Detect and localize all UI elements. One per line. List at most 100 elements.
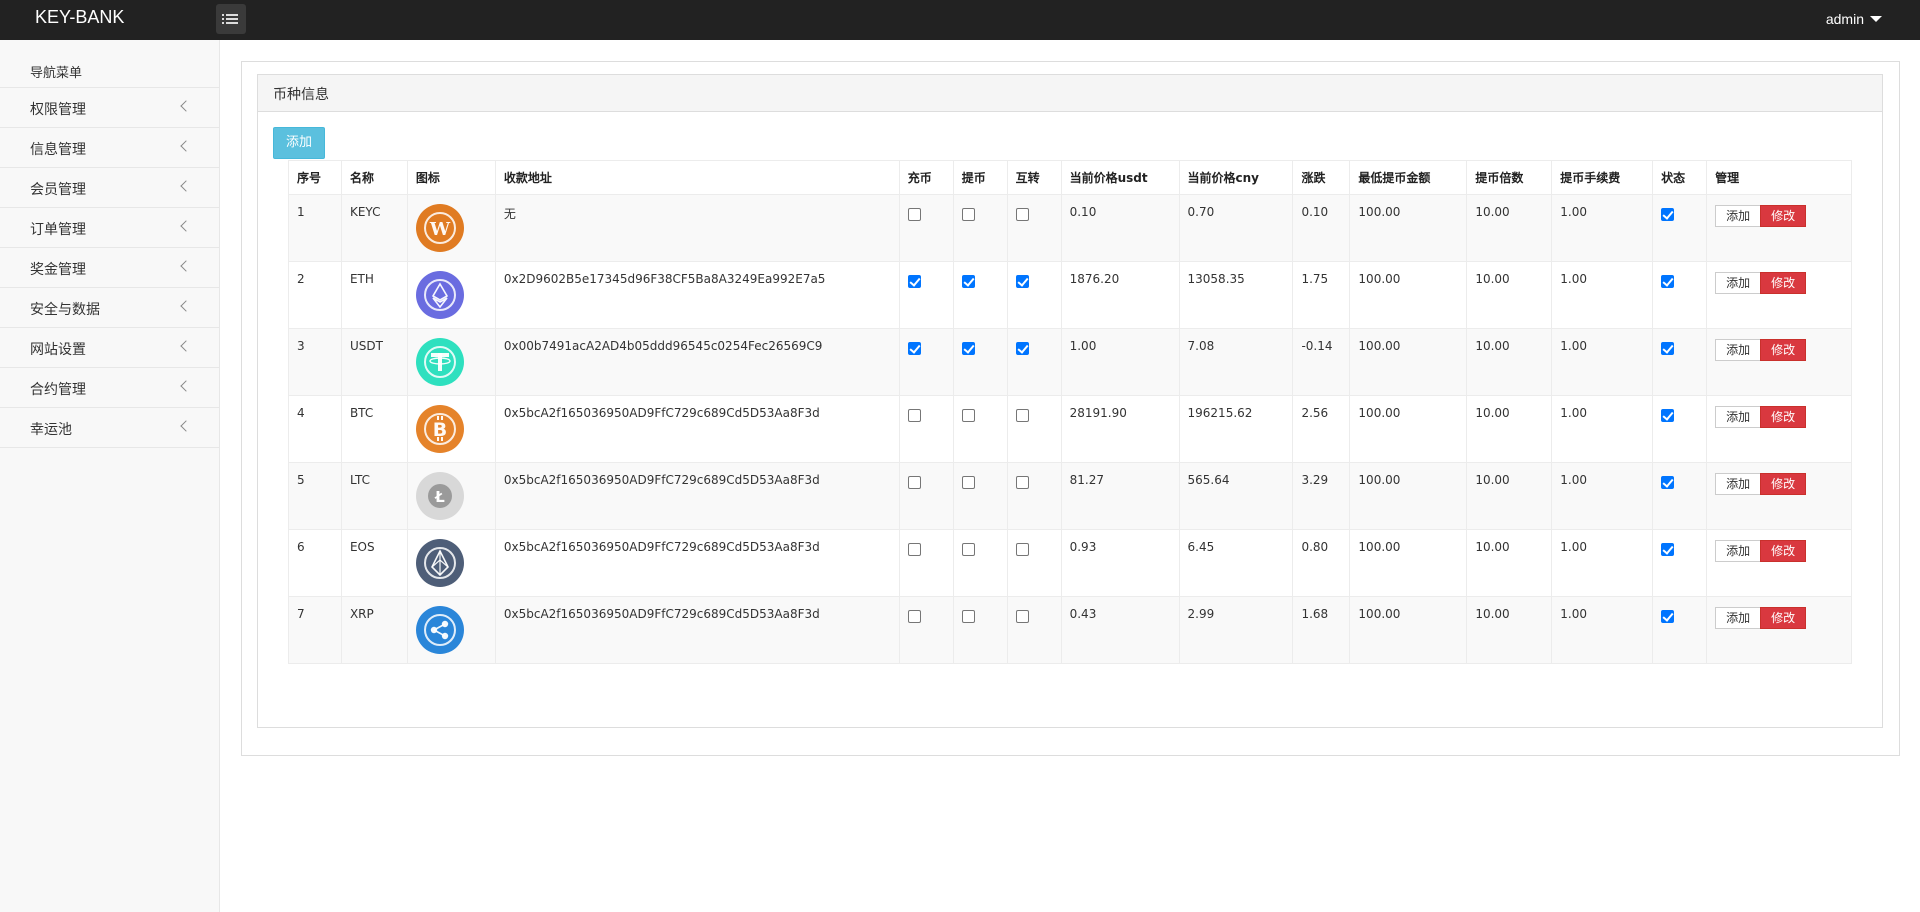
withdraw-checkbox[interactable] [961,409,975,422]
row-edit-button[interactable]: 修改 [1760,473,1807,495]
sidebar-item[interactable]: 订单管理 [0,208,219,248]
cell-name: EOS [340,529,408,597]
cell-name: KEYC [340,194,408,262]
sidebar-item[interactable]: 信息管理 [0,128,219,168]
keyc-coin-icon: W [415,204,464,252]
sidebar-item-label: 网站设置 [30,342,86,358]
chevron-left-icon [180,260,192,272]
transfer-checkbox[interactable] [1015,543,1029,556]
status-checkbox[interactable] [1661,409,1675,422]
row-edit-button[interactable]: 修改 [1760,540,1807,562]
cell-min-withdraw: 100.00 [1349,529,1468,597]
deposit-checkbox[interactable] [907,208,921,221]
deposit-checkbox[interactable] [907,610,921,623]
cell-price-usdt: 0.93 [1060,529,1180,597]
brand-logo[interactable]: KEY-BANK [35,7,124,28]
chevron-left-icon [180,340,192,352]
usdt-coin-icon [415,338,464,386]
column-header: 名称 [340,160,408,195]
cell-actions: 添加 修改 [1706,194,1852,262]
deposit-checkbox[interactable] [907,275,921,288]
withdraw-checkbox[interactable] [961,543,975,556]
row-edit-button[interactable]: 修改 [1760,272,1807,294]
cell-icon [406,529,496,597]
status-checkbox[interactable] [1661,342,1675,355]
menu-toggle-button[interactable] [216,4,246,34]
transfer-checkbox[interactable] [1015,409,1029,422]
deposit-checkbox[interactable] [907,342,921,355]
column-header: 涨跌 [1292,160,1351,195]
transfer-checkbox[interactable] [1015,610,1029,623]
withdraw-checkbox[interactable] [961,610,975,623]
deposit-checkbox[interactable] [907,476,921,489]
withdraw-checkbox[interactable] [961,208,975,221]
row-edit-button[interactable]: 修改 [1760,205,1807,227]
cell-withdraw [952,529,1008,597]
row-edit-button[interactable]: 修改 [1760,406,1807,428]
cell-withdraw-multiple: 10.00 [1466,529,1553,597]
user-name: admin [1825,11,1864,27]
user-menu[interactable]: admin [1826,11,1882,27]
row-edit-button[interactable]: 修改 [1760,607,1807,629]
chevron-left-icon [180,180,192,192]
column-header: 图标 [406,160,496,195]
cell-name: ETH [340,261,408,329]
row-add-button[interactable]: 添加 [1715,473,1762,495]
cell-actions: 添加 修改 [1706,395,1852,463]
row-add-button[interactable]: 添加 [1715,339,1762,361]
withdraw-checkbox[interactable] [961,275,975,288]
row-add-button[interactable]: 添加 [1715,272,1762,294]
sidebar-item[interactable]: 奖金管理 [0,248,219,288]
status-checkbox[interactable] [1661,476,1675,489]
cell-id: 6 [288,529,342,597]
cell-address: 0x5bcA2f165036950AD9FfC729c689Cd5D53Aa8F… [494,462,900,530]
sidebar-item[interactable]: 合约管理 [0,368,219,408]
add-coin-button[interactable]: 添加 [273,127,325,159]
sidebar: 导航菜单 权限管理 信息管理 会员管理 订单管理 奖金管理 安全与数据 网站设置 合约管理 幸运… [0,40,220,912]
deposit-checkbox[interactable] [907,409,921,422]
sidebar-item[interactable]: 幸运池 [0,408,219,448]
sidebar-item-label: 幸运池 [30,422,72,438]
svg-text:W: W [429,219,451,240]
withdraw-checkbox[interactable] [961,476,975,489]
cell-transfer [1006,596,1062,664]
transfer-checkbox[interactable] [1015,275,1029,288]
cell-name: XRP [340,596,408,664]
cell-deposit [898,395,954,463]
row-add-button[interactable]: 添加 [1715,205,1762,227]
withdraw-checkbox[interactable] [961,342,975,355]
cell-price-cny: 0.70 [1178,194,1294,262]
cell-deposit [898,261,954,329]
coin-table: 序号 名称 图标 收款地址 充币 提币 互转 当前价格usdt 当前价格cny 涨跌 最低提币金额提… [288,160,1852,664]
sidebar-item[interactable]: 权限管理 [0,88,219,128]
cell-actions: 添加 修改 [1706,328,1852,396]
status-checkbox[interactable] [1661,543,1675,556]
sidebar-item-label: 信息管理 [30,142,86,158]
chevron-left-icon [180,300,192,312]
row-edit-button[interactable]: 修改 [1760,339,1807,361]
transfer-checkbox[interactable] [1015,342,1029,355]
cell-withdraw [952,261,1008,329]
sidebar-item[interactable]: 安全与数据 [0,288,219,328]
column-header: 序号 [288,160,342,195]
deposit-checkbox[interactable] [907,543,921,556]
transfer-checkbox[interactable] [1015,208,1029,221]
column-header: 当前价格usdt [1060,160,1180,195]
status-checkbox[interactable] [1661,275,1675,288]
cell-change: 2.56 [1292,395,1351,463]
transfer-checkbox[interactable] [1015,476,1029,489]
cell-withdraw-fee: 1.00 [1551,328,1654,396]
cell-address: 无 [494,194,900,262]
status-checkbox[interactable] [1661,208,1675,221]
status-checkbox[interactable] [1661,610,1675,623]
row-add-button[interactable]: 添加 [1715,406,1762,428]
sidebar-item-label: 奖金管理 [30,262,86,278]
row-add-button[interactable]: 添加 [1715,540,1762,562]
sidebar-item[interactable]: 会员管理 [0,168,219,208]
row-add-button[interactable]: 添加 [1715,607,1762,629]
cell-withdraw-fee: 1.00 [1551,462,1654,530]
cell-min-withdraw: 100.00 [1349,462,1468,530]
table-row: 4 BTC B 0x5bcA2f165036950AD9FfC729c689Cd5D5… [288,395,1852,463]
cell-price-usdt: 0.10 [1060,194,1180,262]
sidebar-item[interactable]: 网站设置 [0,328,219,368]
